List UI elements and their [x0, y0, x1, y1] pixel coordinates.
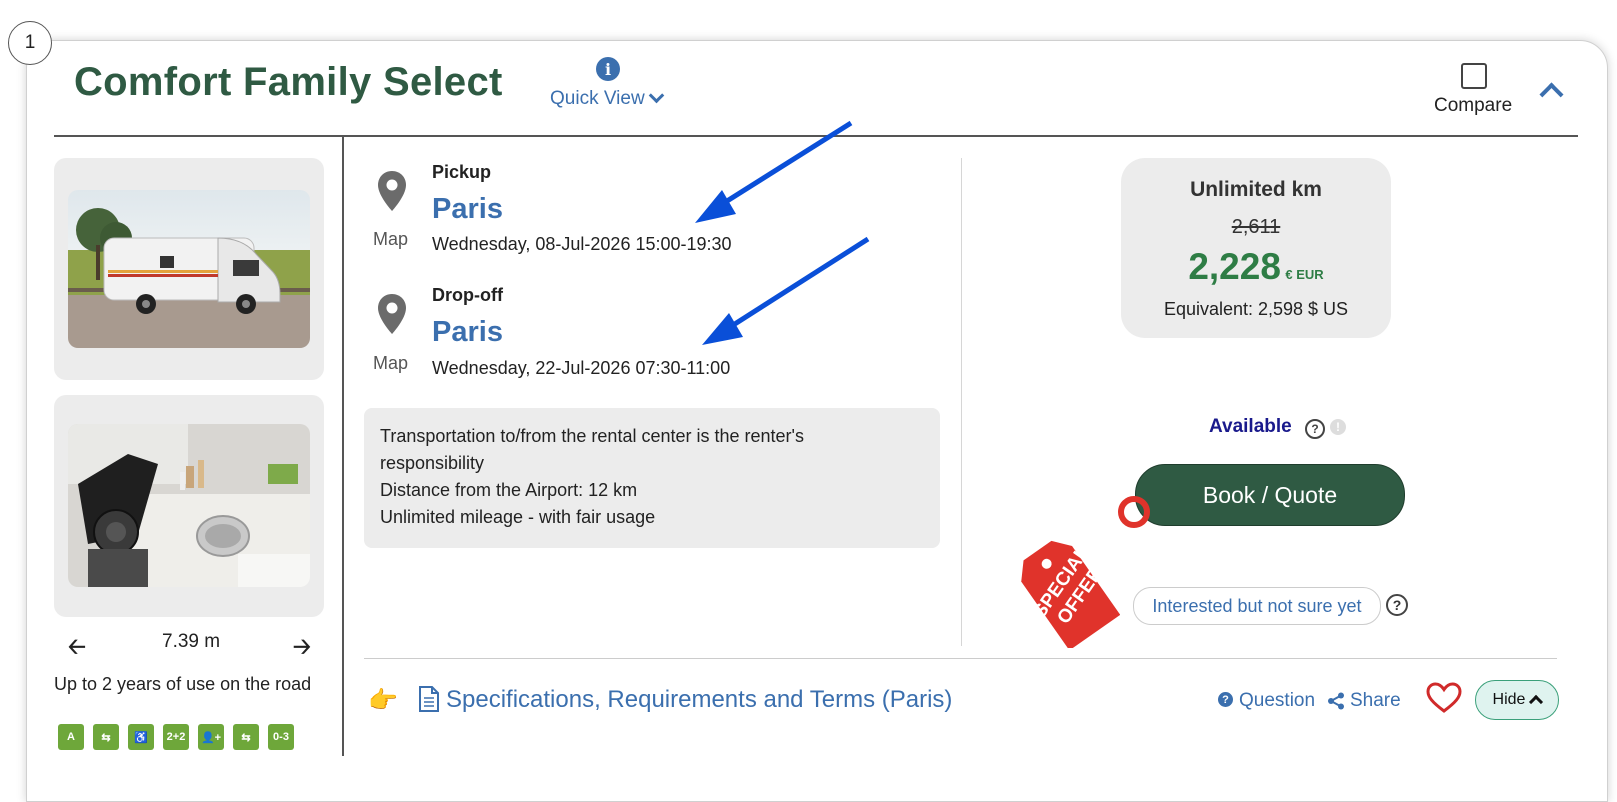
pointing-hand-icon: 👉 [368, 687, 398, 714]
dropoff-city[interactable]: Paris [432, 316, 503, 349]
compare-checkbox[interactable] [1461, 63, 1487, 89]
chevron-down-icon [648, 87, 664, 104]
equivalent-price: Equivalent: 2,598 $ US [1163, 299, 1349, 319]
specifications-link[interactable]: Specifications, Requirements and Terms (… [446, 686, 952, 714]
pickup-heading: Pickup [432, 162, 492, 182]
hide-button[interactable]: Hide [1475, 680, 1559, 720]
interested-button[interactable]: Interested but not sure yet [1133, 587, 1381, 625]
motorhome-exterior-photo[interactable] [68, 190, 310, 348]
feature-icon-seats: 2+2 [163, 724, 189, 750]
info-line: Unlimited mileage - with fair usage [380, 507, 656, 527]
feature-icon-child-seat: 0-3 [268, 724, 294, 750]
pickup-map-link[interactable]: Map [373, 229, 408, 250]
tag-string [1118, 496, 1150, 528]
listing-index-badge: 1 [8, 21, 52, 65]
dropoff-map-pin-icon[interactable] [377, 293, 407, 340]
heart-icon[interactable] [1426, 682, 1462, 714]
price-box: Unlimited km 2,611 2,228 € EUR Equivalen… [1121, 158, 1391, 338]
feature-icon-transfer: ⇆ [233, 724, 259, 750]
dropoff-datetime: Wednesday, 22-Jul-2026 07:30-11:00 [432, 358, 731, 378]
previous-photo-arrow-icon[interactable]: 🡠 [68, 630, 86, 668]
feature-icon-passengers: 👤+ [198, 724, 224, 750]
vehicle-age-note: Up to 2 years of use on the road [54, 674, 312, 694]
availability-info-icon[interactable]: ! [1330, 419, 1346, 435]
mileage-label: Unlimited km [1190, 178, 1322, 201]
footer-divider [364, 658, 1557, 659]
compare-label: Compare [1434, 95, 1513, 116]
pickup-map-pin-icon[interactable] [377, 170, 407, 217]
quick-view-toggle[interactable]: Quick View [550, 87, 664, 110]
book-quote-button[interactable]: Book / Quote [1135, 464, 1405, 526]
quick-view-label: Quick View [550, 88, 645, 109]
interested-help-icon[interactable]: ? [1386, 594, 1408, 616]
availability-status: Available [1209, 416, 1292, 437]
pickup-city[interactable]: Paris [432, 193, 503, 226]
rental-info-box: Transportation to/from the rental center… [364, 408, 940, 548]
dropoff-map-link[interactable]: Map [373, 353, 408, 374]
feature-icon-automatic: A [58, 724, 84, 750]
info-line: Distance from the Airport: 12 km [380, 480, 638, 500]
vehicle-length: 7.39 m [162, 631, 221, 652]
document-icon [419, 686, 439, 712]
current-price-row: 2,228 € EUR [1121, 246, 1391, 288]
listing-title: Comfort Family Select [74, 60, 503, 104]
info-line: responsibility [380, 453, 485, 473]
availability-help-icon[interactable]: ? [1305, 419, 1325, 439]
motorhome-kitchen-photo[interactable] [68, 424, 310, 587]
photo-card-exterior [54, 158, 324, 380]
original-price: 2,611 [1231, 216, 1281, 238]
feature-icon-layout: ⇆ [93, 724, 119, 750]
dropoff-heading: Drop-off [432, 285, 503, 305]
hide-label: Hide [1492, 691, 1526, 708]
question-link[interactable]: Question [1239, 690, 1315, 712]
photo-card-interior [54, 395, 324, 617]
next-photo-arrow-icon[interactable]: 🡢 [293, 630, 311, 668]
sidebar-divider [342, 137, 344, 756]
current-price: 2,228 [1188, 246, 1281, 287]
chevron-up-icon [1529, 694, 1544, 710]
feature-icon-accessible: ♿ [128, 724, 154, 750]
column-divider [961, 158, 962, 646]
price-currency: € EUR [1285, 267, 1324, 282]
annotation-arrows [695, 120, 870, 345]
share-icon[interactable] [1327, 692, 1345, 710]
share-link[interactable]: Share [1350, 690, 1401, 712]
question-icon[interactable]: ? [1218, 692, 1233, 707]
info-line: Transportation to/from the rental center… [380, 426, 804, 446]
info-icon[interactable]: i [596, 57, 620, 81]
